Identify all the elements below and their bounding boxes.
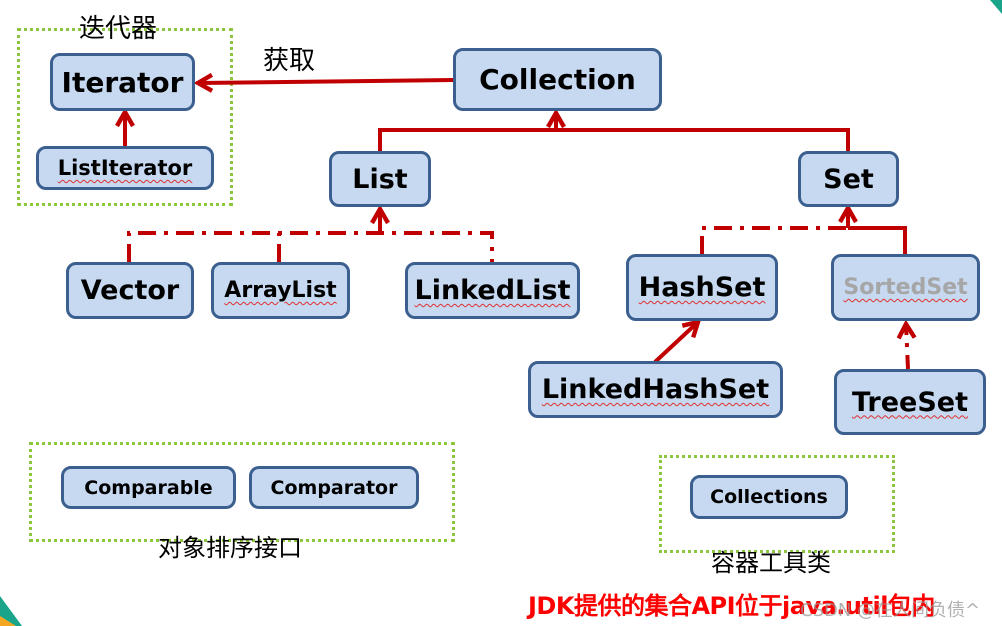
- node-array-list[interactable]: ArrayList: [211, 262, 350, 319]
- node-comparator-label: Comparator: [270, 476, 398, 499]
- node-vector[interactable]: Vector: [66, 262, 194, 319]
- utility-group-label: 容器工具类: [711, 549, 831, 577]
- sorting-group-label: 对象排序接口: [158, 534, 302, 562]
- watermark: CSDN @在人间负债^: [800, 600, 981, 621]
- node-linked-hash-set-label: LinkedHashSet: [541, 374, 770, 405]
- node-comparator[interactable]: Comparator: [249, 466, 419, 509]
- node-list-iterator[interactable]: ListIterator: [36, 146, 214, 190]
- node-list[interactable]: List: [329, 151, 431, 207]
- node-set[interactable]: Set: [798, 151, 899, 207]
- node-collections-label: Collections: [710, 486, 828, 508]
- node-collections[interactable]: Collections: [690, 475, 848, 519]
- node-vector-label: Vector: [80, 275, 180, 306]
- node-array-list-label: ArrayList: [224, 278, 337, 303]
- edge-linkedhashset-hashset: [653, 322, 698, 364]
- node-collection[interactable]: Collection: [453, 48, 662, 111]
- edge-collection-iterator: [198, 80, 455, 83]
- edge-list-impl-bus: [127, 231, 494, 262]
- node-collection-label: Collection: [479, 63, 636, 96]
- node-sorted-set[interactable]: SortedSet: [831, 254, 980, 321]
- node-tree-set[interactable]: TreeSet: [834, 369, 986, 435]
- node-iterator[interactable]: Iterator: [50, 53, 195, 111]
- edge-hashset-bus: [700, 226, 848, 254]
- node-linked-hash-set[interactable]: LinkedHashSet: [528, 361, 783, 418]
- node-set-label: Set: [823, 163, 874, 195]
- node-iterator-label: Iterator: [61, 65, 184, 99]
- node-tree-set-label: TreeSet: [851, 386, 969, 418]
- node-sorted-set-label: SortedSet: [843, 275, 968, 300]
- node-linked-list[interactable]: LinkedList: [405, 262, 580, 319]
- edge-sortedset-bus: [848, 226, 907, 254]
- node-comparable-label: Comparable: [84, 476, 213, 499]
- node-list-label: List: [352, 163, 408, 195]
- node-linked-list-label: LinkedList: [414, 275, 571, 306]
- node-list-iterator-label: ListIterator: [57, 156, 193, 180]
- node-hash-set-label: HashSet: [638, 272, 766, 303]
- obtain-edge-label: 获取: [263, 46, 316, 76]
- node-comparable[interactable]: Comparable: [61, 466, 236, 509]
- edge-list-set-bus: [378, 128, 850, 151]
- node-hash-set[interactable]: HashSet: [626, 254, 778, 321]
- edge-treeset-sortedset: [906, 324, 908, 370]
- iterator-group-label: 迭代器: [79, 14, 158, 44]
